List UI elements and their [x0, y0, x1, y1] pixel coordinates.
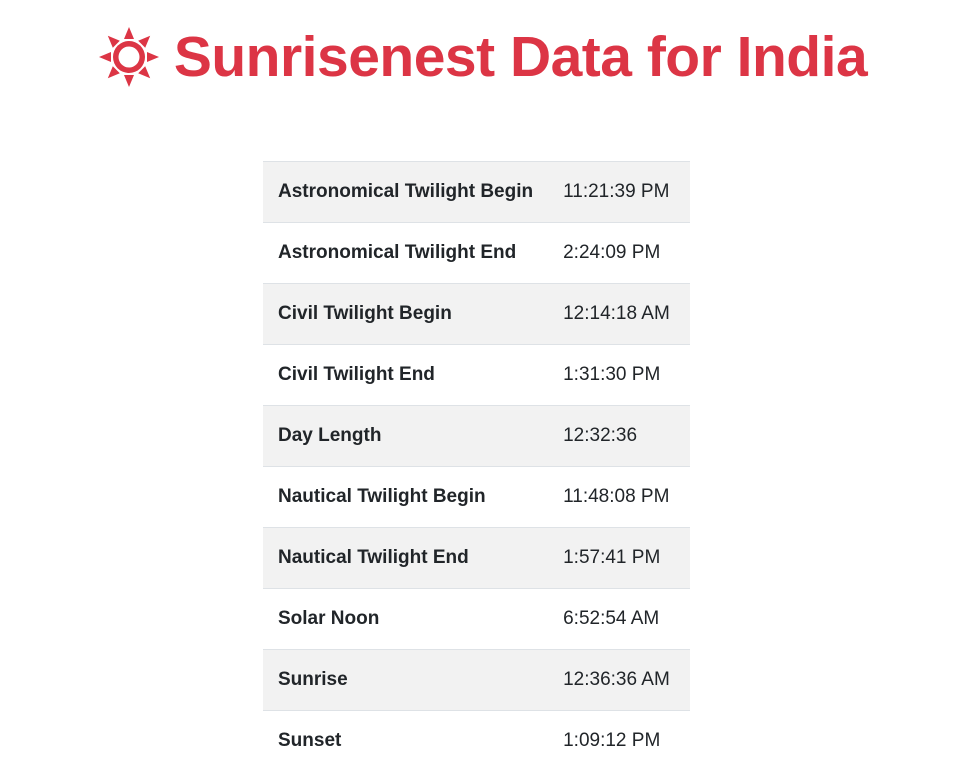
table-row: Nautical Twilight Begin 11:48:08 PM [263, 466, 690, 528]
row-label: Sunset [263, 710, 549, 772]
row-value: 1:09:12 PM [548, 710, 690, 772]
table-row: Astronomical Twilight End 2:24:09 PM [263, 222, 690, 284]
row-label: Civil Twilight Begin [263, 283, 549, 345]
row-label: Solar Noon [263, 588, 549, 650]
row-label: Sunrise [263, 649, 549, 711]
row-label: Day Length [263, 405, 549, 467]
row-value: 12:32:36 [548, 405, 690, 467]
table-row: Astronomical Twilight Begin 11:21:39 PM [263, 161, 690, 223]
table-row: Nautical Twilight End 1:57:41 PM [263, 527, 690, 589]
row-label: Astronomical Twilight Begin [263, 161, 549, 223]
row-value: 12:36:36 AM [548, 649, 690, 711]
table-row: Day Length 12:32:36 [263, 405, 690, 467]
row-value: 6:52:54 AM [548, 588, 690, 650]
sun-icon [98, 26, 160, 88]
table-row: Sunset 1:09:12 PM [263, 710, 690, 772]
page-title: Sunrisenest Data for India [173, 25, 868, 89]
row-value: 2:24:09 PM [548, 222, 690, 284]
row-label: Astronomical Twilight End [263, 222, 549, 284]
row-value: 11:21:39 PM [548, 161, 690, 223]
table-row: Civil Twilight End 1:31:30 PM [263, 344, 690, 406]
row-label: Nautical Twilight Begin [263, 466, 549, 528]
row-value: 12:14:18 AM [548, 283, 690, 345]
row-label: Nautical Twilight End [263, 527, 549, 589]
table-row: Civil Twilight Begin 12:14:18 AM [263, 283, 690, 345]
row-label: Civil Twilight End [263, 344, 549, 406]
page-header: Sunrisenest Data for India [0, 22, 965, 92]
sun-data-table: Astronomical Twilight Begin 11:21:39 PM … [263, 161, 690, 772]
table-row: Solar Noon 6:52:54 AM [263, 588, 690, 650]
row-value: 11:48:08 PM [548, 466, 690, 528]
row-value: 1:31:30 PM [548, 344, 690, 406]
table-row: Sunrise 12:36:36 AM [263, 649, 690, 711]
row-value: 1:57:41 PM [548, 527, 690, 589]
